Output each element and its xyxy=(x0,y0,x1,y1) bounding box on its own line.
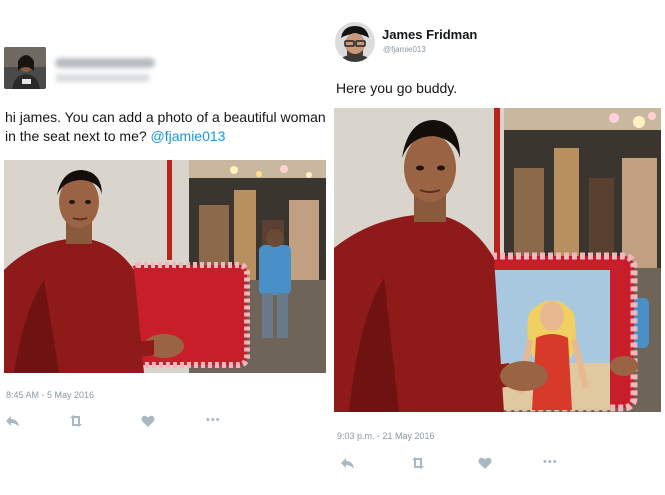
more-icon[interactable]: ••• xyxy=(543,455,563,471)
tweet-timestamp[interactable]: 8:45 AM - 5 May 2016 xyxy=(6,390,94,400)
user-avatar[interactable] xyxy=(4,47,46,89)
man-sitting-on-red-chair-photo xyxy=(4,160,326,373)
man-holding-poster-photo xyxy=(334,108,661,412)
tweet-actions: ••• xyxy=(0,413,332,433)
tweet-text: Here you go buddy. xyxy=(336,80,458,96)
james-fridman-avatar[interactable] xyxy=(335,22,375,62)
reply-icon[interactable] xyxy=(5,413,21,429)
author-name[interactable]: James Fridman xyxy=(382,27,477,42)
retweet-icon[interactable] xyxy=(410,455,426,471)
blurred-user-handle xyxy=(55,74,150,82)
mention-link[interactable]: @fjamie013 xyxy=(151,128,226,144)
tweet-photo[interactable] xyxy=(4,160,326,373)
reply-tweet: James Fridman @fjamie013 Here you go bud… xyxy=(332,0,665,495)
author-handle[interactable]: @fjamie013 xyxy=(383,45,426,54)
reply-icon[interactable] xyxy=(340,455,356,471)
tweet-timestamp[interactable]: 9:03 p.m. - 21 May 2016 xyxy=(337,431,435,441)
tweet-photo[interactable] xyxy=(334,108,661,412)
original-tweet: hi james. You can add a photo of a beaut… xyxy=(0,0,332,495)
tweet-text: hi james. You can add a photo of a beaut… xyxy=(5,108,329,146)
blurred-user-name xyxy=(55,58,155,68)
tweet-actions: ••• xyxy=(332,455,665,475)
retweet-icon[interactable] xyxy=(68,413,84,429)
like-icon[interactable] xyxy=(140,413,156,429)
like-icon[interactable] xyxy=(477,455,493,471)
more-icon[interactable]: ••• xyxy=(206,413,226,429)
